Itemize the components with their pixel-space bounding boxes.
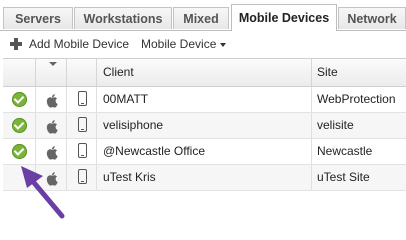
tab-mixed[interactable]: Mixed bbox=[173, 7, 229, 29]
column-header-device[interactable] bbox=[67, 59, 97, 86]
status-cell bbox=[3, 87, 36, 112]
status-ok-icon bbox=[12, 92, 27, 107]
client-cell: @Newcastle Office bbox=[97, 139, 312, 164]
mobile-phone-icon bbox=[78, 143, 87, 158]
site-cell: velisite bbox=[317, 118, 354, 132]
tab-bar: Servers Workstations Mixed Mobile Device… bbox=[0, 0, 406, 31]
table-row[interactable]: 00MATT WebProtection bbox=[3, 87, 406, 113]
table-row[interactable]: velisiphone velisite bbox=[3, 113, 406, 139]
mobile-device-menu-label: Mobile Device bbox=[141, 37, 217, 51]
client-cell: 00MATT bbox=[97, 87, 312, 112]
tab-mobile-devices[interactable]: Mobile Devices bbox=[231, 4, 337, 31]
column-header-os[interactable] bbox=[36, 59, 67, 86]
device-cell bbox=[67, 113, 97, 138]
device-cell bbox=[67, 87, 97, 112]
mobile-device-menu[interactable]: Mobile Device bbox=[141, 36, 227, 52]
site-cell: WebProtection bbox=[317, 92, 396, 106]
site-cell: Newcastle bbox=[317, 144, 373, 158]
sort-down-icon bbox=[49, 62, 57, 66]
status-cell bbox=[3, 113, 36, 138]
add-mobile-device-button[interactable]: Add Mobile Device bbox=[9, 36, 129, 52]
toolbar: Add Mobile Device Mobile Device bbox=[0, 30, 406, 58]
column-header-site[interactable]: Site bbox=[312, 59, 406, 86]
os-cell bbox=[36, 87, 67, 112]
annotation-arrow bbox=[21, 166, 65, 219]
os-cell bbox=[36, 113, 67, 138]
site-cell: uTest Site bbox=[317, 170, 370, 184]
status-ok-icon bbox=[12, 118, 27, 133]
grid-header: Client Site bbox=[3, 58, 406, 87]
caret-down-icon bbox=[220, 43, 227, 47]
plus-icon bbox=[9, 37, 23, 51]
add-mobile-device-label: Add Mobile Device bbox=[29, 37, 130, 51]
client-cell: velisiphone bbox=[97, 113, 312, 138]
mobile-phone-icon bbox=[78, 117, 87, 132]
column-header-client[interactable]: Client bbox=[97, 59, 312, 86]
tab-network[interactable]: Network bbox=[338, 7, 406, 29]
mobile-phone-icon bbox=[78, 91, 87, 106]
tab-servers[interactable]: Servers bbox=[3, 7, 73, 29]
tab-workstations[interactable]: Workstations bbox=[74, 7, 172, 29]
mobile-phone-icon bbox=[78, 169, 87, 184]
column-header-status[interactable] bbox=[3, 59, 36, 86]
client-cell: uTest Kris bbox=[97, 165, 312, 190]
status-ok-icon bbox=[12, 144, 27, 159]
